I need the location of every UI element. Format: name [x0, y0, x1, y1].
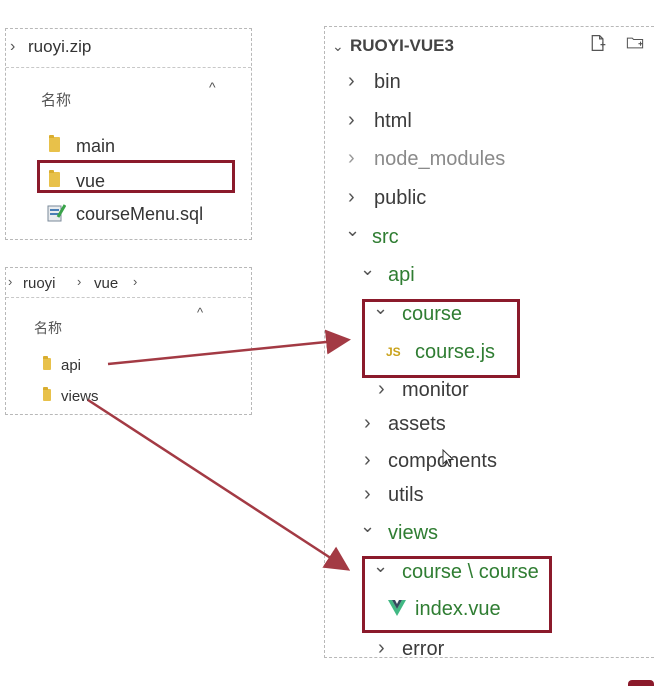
list-item-main[interactable]: main	[76, 136, 115, 157]
tree-item-html[interactable]: html	[374, 110, 412, 133]
chevron-right-icon[interactable]: ›	[348, 187, 355, 207]
sort-up-icon[interactable]: ^	[197, 305, 203, 321]
tree-item-node-modules[interactable]: node_modules	[374, 148, 505, 171]
breadcrumb-divider	[6, 67, 251, 68]
arrow-views-to-course	[87, 398, 351, 571]
chevron-right-icon[interactable]: ›	[364, 450, 371, 470]
sort-up-icon[interactable]: ^	[209, 79, 216, 95]
chevron-right-icon[interactable]: ›	[8, 274, 12, 290]
highlight-vue-folder	[37, 160, 235, 193]
folder-icon	[49, 135, 60, 152]
list-item-coursemenu-sql[interactable]: courseMenu.sql	[76, 204, 203, 225]
tree-item-views[interactable]: views	[388, 522, 438, 545]
chevron-right-icon[interactable]: ›	[348, 71, 355, 91]
chevron-right-icon[interactable]: ›	[378, 379, 385, 399]
highlight-views-course	[362, 556, 552, 633]
chevron-right-icon[interactable]: ›	[364, 484, 371, 504]
explorer-title[interactable]: RUOYI-VUE3	[350, 36, 454, 56]
tree-item-public[interactable]: public	[374, 187, 426, 210]
tree-item-utils[interactable]: utils	[388, 484, 424, 507]
chevron-right-icon[interactable]: ›	[10, 39, 15, 55]
corner-mark	[628, 680, 654, 686]
chevron-right-icon[interactable]: ›	[378, 638, 385, 658]
chevron-down-icon[interactable]: ⌄	[360, 517, 375, 535]
breadcrumb-separator-icon: ›	[133, 274, 138, 289]
folder-icon	[43, 387, 51, 401]
chevron-down-icon[interactable]: ⌄	[360, 260, 375, 278]
mouse-cursor-icon	[442, 449, 454, 467]
breadcrumb-separator-icon: ›	[77, 274, 82, 289]
sql-file-icon	[47, 204, 66, 222]
tree-item-error[interactable]: error	[402, 638, 444, 661]
tree-item-src[interactable]: src	[372, 226, 399, 249]
column-header-name[interactable]: 名称	[34, 318, 62, 338]
breadcrumb[interactable]: ruoyi.zip	[28, 37, 91, 57]
highlight-api-course	[362, 299, 520, 378]
breadcrumb-divider	[6, 297, 251, 298]
chevron-right-icon[interactable]: ›	[364, 413, 371, 433]
breadcrumb-ruoyi[interactable]: ruoyi	[23, 275, 56, 292]
zip-panel: › ruoyi.zip 名称 ^ main vue courseMenu.sql	[5, 28, 252, 240]
breadcrumb-vue[interactable]: vue	[94, 275, 118, 292]
chevron-right-icon[interactable]: ›	[348, 148, 355, 168]
new-file-icon[interactable]	[589, 33, 607, 53]
tree-item-api[interactable]: api	[388, 264, 415, 287]
vue-panel: › ruoyi › vue › 名称 ^ api views	[5, 267, 252, 415]
column-header-name[interactable]: 名称	[41, 89, 71, 110]
tree-item-assets[interactable]: assets	[388, 413, 446, 436]
new-folder-icon[interactable]	[626, 33, 644, 53]
list-item-views[interactable]: views	[61, 388, 99, 405]
chevron-down-icon[interactable]: ⌄	[332, 38, 344, 54]
folder-icon	[43, 356, 51, 370]
chevron-down-icon[interactable]: ⌄	[345, 221, 360, 239]
chevron-right-icon[interactable]: ›	[348, 110, 355, 130]
tree-item-bin[interactable]: bin	[374, 71, 401, 94]
tree-item-monitor[interactable]: monitor	[402, 379, 469, 402]
list-item-api[interactable]: api	[61, 357, 81, 374]
